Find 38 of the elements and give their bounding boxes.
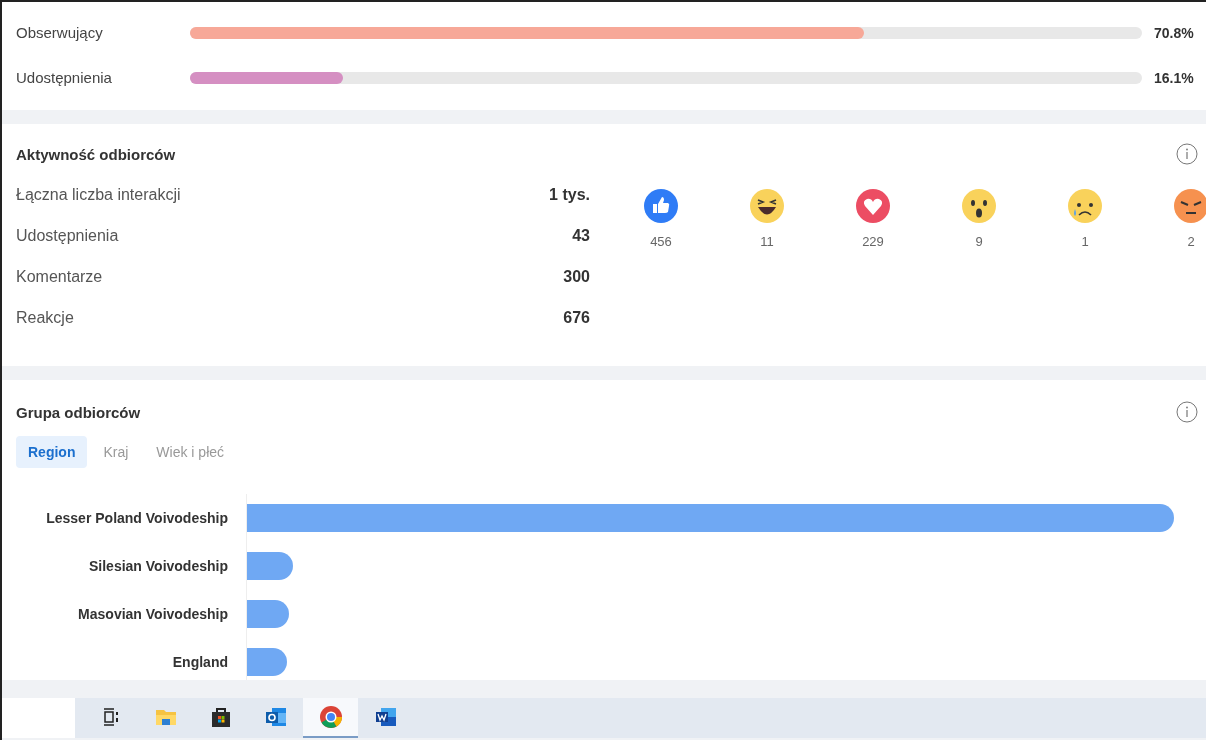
- tab[interactable]: Wiek i płeć: [144, 436, 237, 468]
- region-label: Lesser Poland Voivodeship: [45, 510, 229, 526]
- region-label: Masovian Voivodeship: [77, 606, 229, 622]
- stat-value: 43: [572, 226, 590, 245]
- reaction-count: 229: [862, 234, 884, 249]
- stat-label: Udostępnienia: [16, 226, 119, 245]
- metric-label: Obserwujący: [16, 24, 104, 41]
- stat-value: 676: [563, 308, 590, 327]
- region-label: Silesian Voivodeship: [88, 558, 229, 574]
- active-app-highlight[interactable]: [303, 698, 358, 738]
- document-app-icon[interactable]: [373, 705, 398, 729]
- mail-app-icon[interactable]: [263, 705, 288, 729]
- percentage: 16.1%: [1154, 69, 1195, 86]
- info-icon[interactable]: [1176, 401, 1198, 423]
- region-label: England: [171, 654, 229, 670]
- thumbs-up-icon: [643, 188, 679, 224]
- stat-label: Komentarze: [16, 267, 103, 286]
- section-title: Grupa odbiorców: [16, 403, 141, 421]
- tab[interactable]: Region: [16, 436, 88, 468]
- reaction-count: 9: [975, 234, 983, 249]
- metric-label: Udostępnienia: [16, 69, 113, 86]
- reaction-count: 1: [1081, 234, 1089, 249]
- sad-face-icon: [1067, 188, 1103, 224]
- reaction-count: 456: [650, 234, 672, 249]
- angry-face-icon: [1173, 188, 1206, 224]
- tab[interactable]: Kraj: [91, 436, 141, 468]
- info-icon[interactable]: [1176, 143, 1198, 165]
- percentage: 70.8%: [1154, 24, 1195, 41]
- stat-value: 1 tys.: [549, 185, 590, 204]
- surprised-face-icon: [961, 188, 997, 224]
- reaction-count: 2: [1187, 234, 1195, 249]
- stat-label: Łączna liczba interakcji: [16, 185, 181, 204]
- browser-icon[interactable]: [318, 705, 343, 729]
- laughing-face-icon: [749, 188, 785, 224]
- section-title: Aktywność odbiorców: [16, 145, 176, 163]
- stat-value: 300: [563, 267, 590, 286]
- reaction-count: 11: [760, 234, 774, 249]
- stat-label: Reakcje: [16, 308, 74, 327]
